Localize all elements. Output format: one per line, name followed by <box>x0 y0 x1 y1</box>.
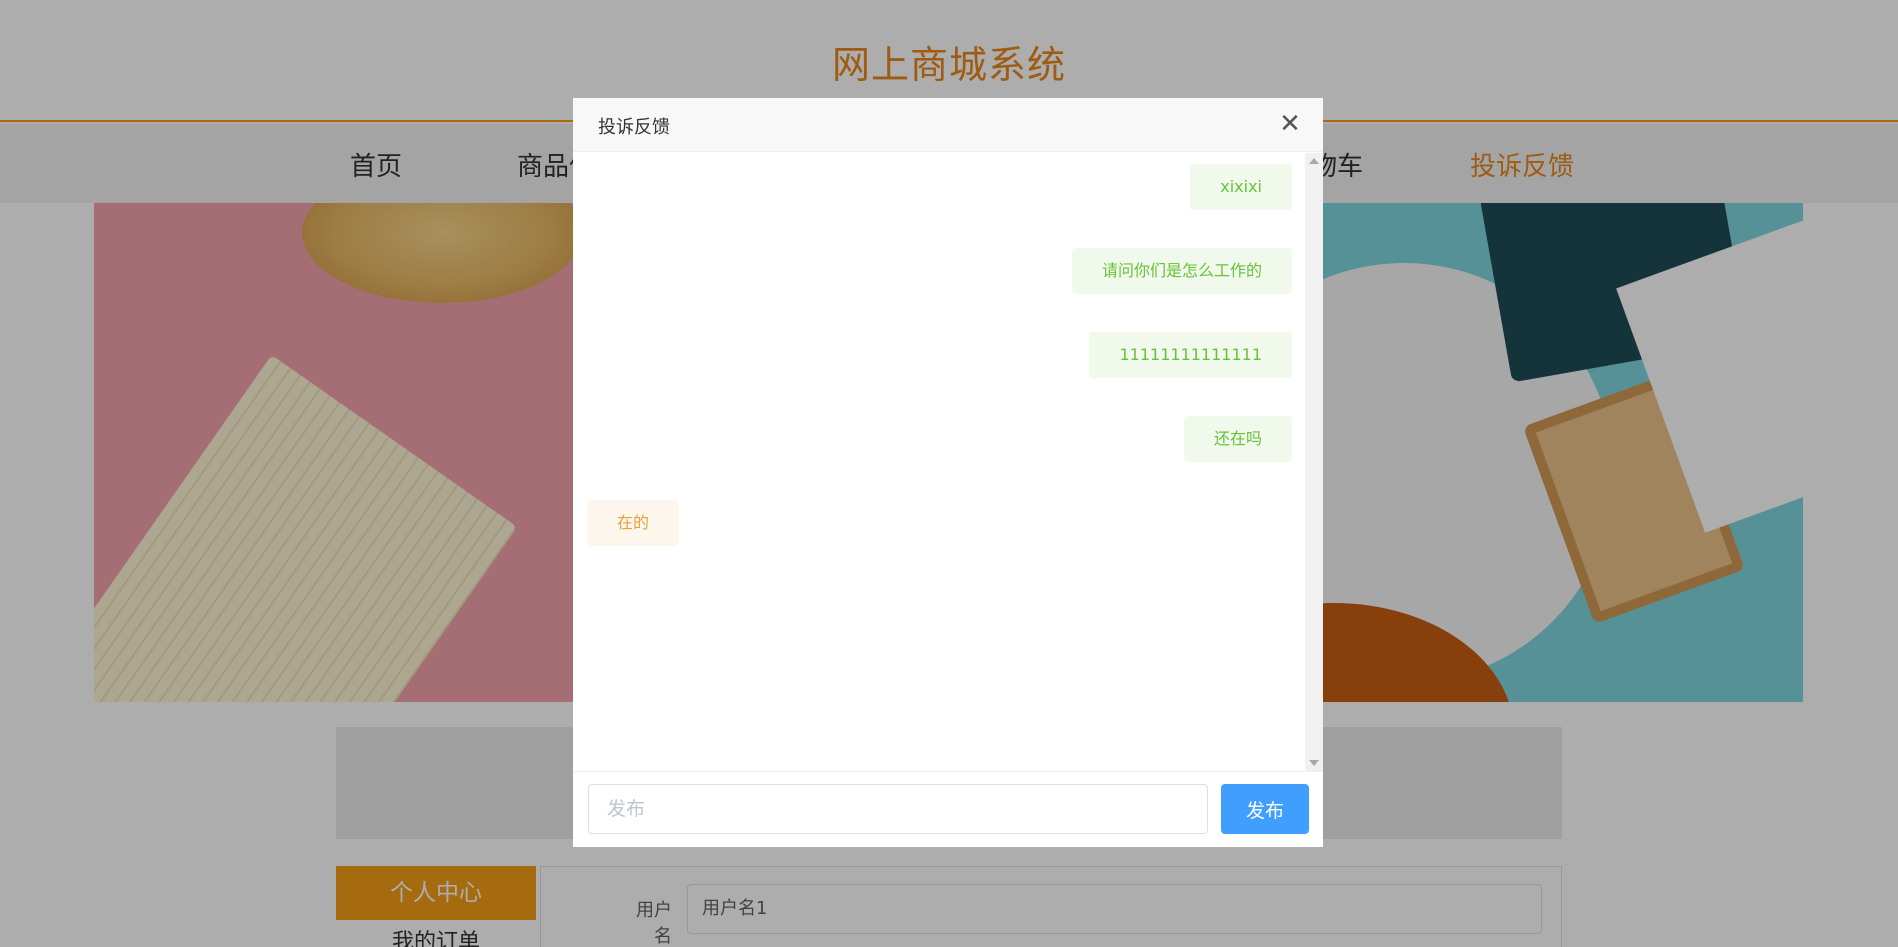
dialog-footer: 发布 <box>573 771 1323 847</box>
dialog-title: 投诉反馈 <box>598 117 670 138</box>
message-bubble: 11111111111111 <box>1089 332 1292 378</box>
reply-bubble: 在的 <box>587 500 680 546</box>
dialog-header: 投诉反馈 ✕ <box>573 98 1323 152</box>
message-list[interactable]: xixixi 请问你们是怎么工作的 11111111111111 还在吗 在的 <box>573 153 1305 771</box>
message-bubble: 请问你们是怎么工作的 <box>1071 248 1292 294</box>
post-button[interactable]: 发布 <box>1221 784 1309 834</box>
scroll-down-arrow-icon[interactable] <box>1309 760 1319 766</box>
message-bubble: xixixi <box>1190 164 1292 210</box>
close-icon[interactable]: ✕ <box>1277 111 1303 137</box>
post-input[interactable] <box>588 784 1208 834</box>
scroll-up-arrow-icon[interactable] <box>1309 158 1319 164</box>
message-bubble: 还在吗 <box>1183 416 1292 462</box>
feedback-dialog: 投诉反馈 ✕ xixixi 请问你们是怎么工作的 11111111111111 … <box>573 98 1323 847</box>
message-scrollbar[interactable] <box>1305 153 1323 771</box>
